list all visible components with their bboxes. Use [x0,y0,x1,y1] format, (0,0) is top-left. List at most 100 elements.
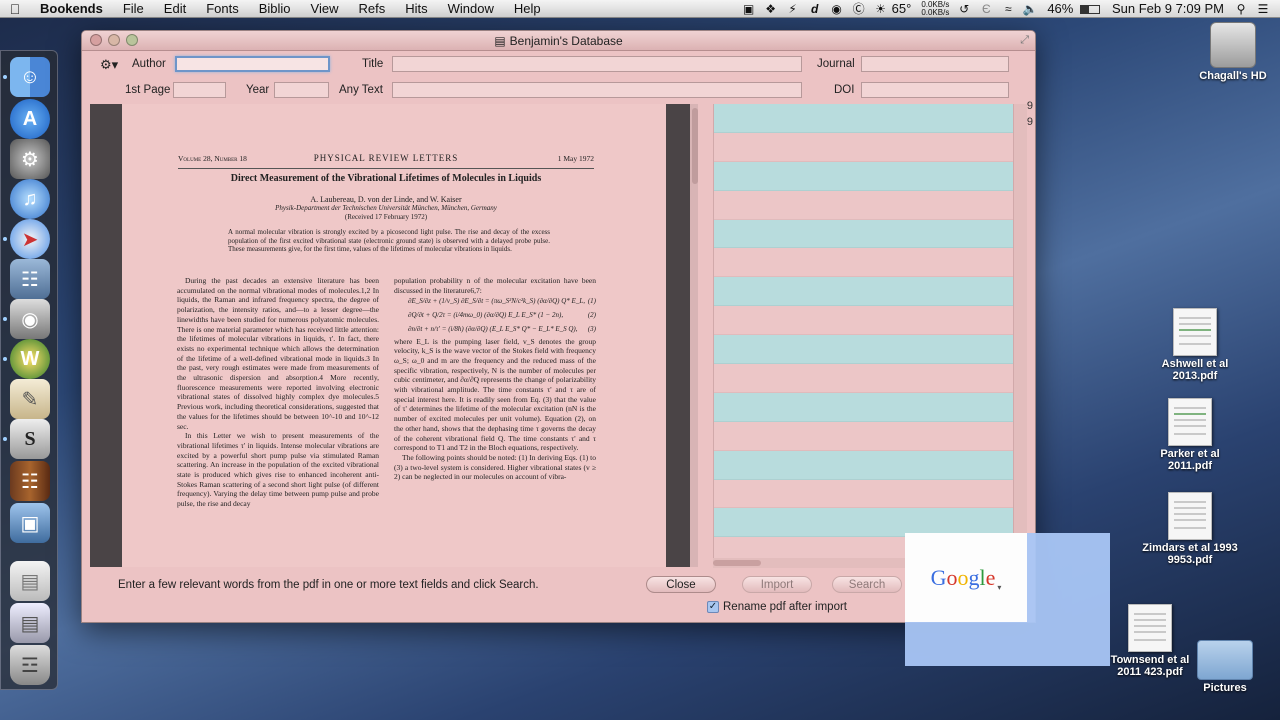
desktop-icon-ashwell[interactable]: Ashwell et al 2013.pdf [1145,308,1245,382]
window-titlebar[interactable]: ▤ Benjamin's Database ⤢ [82,31,1035,51]
list-item[interactable] [714,479,1014,509]
list-item[interactable] [714,421,1014,451]
menu-refs[interactable]: Refs [348,1,395,16]
menu-help[interactable]: Help [504,1,551,16]
d-icon[interactable]: d [804,2,826,16]
rename-pdf-checkbox[interactable]: ✓ [707,601,719,613]
title-field[interactable] [392,56,802,72]
menu-app-name[interactable]: Bookends [30,1,113,16]
notification-icon[interactable]: ☰ [1252,2,1274,16]
screen-icon[interactable]: ▣ [10,503,50,543]
dropbox-icon[interactable]: ❖ [760,2,782,16]
search-button[interactable]: Search [832,576,902,593]
doi-field[interactable] [861,82,1009,98]
battery-readout[interactable]: 46% [1041,1,1106,16]
menu-biblio[interactable]: Biblio [249,1,301,16]
google-logo-card[interactable]: Google ▾ [905,533,1027,622]
menu-hits[interactable]: Hits [395,1,437,16]
desktop-icon-label: Parker et al 2011.pdf [1160,448,1220,472]
scrivener-icon[interactable]: S [10,419,50,459]
status-area: ▣ ❖ ⚡ d ◉ Ⓒ ☀ 65° 0.0KB/s 0.0KB/s ↺ Є ≈ … [738,0,1280,18]
pdf-received: (Received 17 February 1972) [344,213,428,221]
skype-icon[interactable]: Ⓒ [848,0,870,17]
list-item[interactable] [714,104,1014,133]
list-item[interactable] [714,161,1014,191]
list-item[interactable] [714,219,1014,249]
import-button[interactable]: Import [742,576,812,593]
bluetooth-icon[interactable]: Є [975,2,997,16]
text-edit-icon[interactable]: ✎ [10,379,50,419]
close-window-icon[interactable] [90,34,102,46]
list-item[interactable] [714,335,1014,365]
bolt-icon[interactable]: ⚡ [782,2,804,16]
iphoto-icon[interactable]: ◉ [10,299,50,339]
journal-field[interactable] [861,56,1009,72]
menu-edit[interactable]: Edit [154,1,196,16]
books-icon[interactable]: ☷ [10,461,50,501]
weather-icon[interactable]: ☀ [870,2,892,16]
minimize-window-icon[interactable] [108,34,120,46]
list-scrollbar[interactable] [1013,104,1027,567]
running-indicator [3,357,7,361]
pdf-scroll-thumb[interactable] [692,108,698,184]
year-label: Year [246,84,270,96]
safari-icon[interactable]: ➤ [10,219,50,259]
first-page-field[interactable] [173,82,226,98]
equation-text: ∂Q/∂t + Q/2τ = (i/4mω_0) (∂α/∂Q) E_L E_S… [408,311,564,320]
system-preferences-icon[interactable]: ⚙ [10,139,50,179]
list-item[interactable] [714,190,1014,220]
reference-list[interactable] [713,104,1014,567]
list-item[interactable] [714,392,1014,422]
author-field[interactable] [175,56,330,72]
any-text-label: Any Text [339,84,383,96]
close-button[interactable]: Close [646,576,716,593]
network-speed[interactable]: 0.0KB/s 0.0KB/s [917,0,953,17]
desktop-icon-hd[interactable]: Chagall's HD [1183,22,1280,82]
finder-icon[interactable]: ☺ [10,57,50,97]
desktop-icon-label: Pictures [1203,682,1247,694]
chevron-down-icon: ▾ [997,583,1002,592]
row-count-marker: 9 [1026,116,1033,128]
circle-icon[interactable]: ◉ [826,2,848,16]
stack-icon[interactable]: ▤ [10,603,50,643]
trash-icon[interactable]: ☲ [10,645,50,685]
rename-pdf-option[interactable]: ✓ Rename pdf after import [707,601,847,613]
menu-window[interactable]: Window [438,1,504,16]
preview-icon[interactable]: ☷ [10,259,50,299]
zoom-window-icon[interactable] [126,34,138,46]
menu-view[interactable]: View [301,1,349,16]
time-machine-icon[interactable]: ↺ [953,2,975,16]
wifi-icon[interactable]: ≈ [997,2,1019,16]
camera-icon[interactable]: ▣ [738,2,760,16]
pdf-viewer[interactable]: Volume 28, Number 18 PHYSICAL REVIEW LET… [90,104,698,567]
menu-fonts[interactable]: Fonts [196,1,249,16]
desktop-icon-label: Ashwell et al 2013.pdf [1161,358,1229,382]
spotlight-icon[interactable]: ⚲ [1230,2,1252,16]
gear-menu-icon[interactable]: ⚙▾ [100,57,118,73]
volume-icon[interactable]: 🔈 [1019,2,1041,16]
list-item[interactable] [714,248,1014,278]
menu-clock[interactable]: Sun Feb 9 7:09 PM [1106,1,1230,16]
desktop-icon-pictures[interactable]: Pictures [1175,640,1275,694]
app-store-icon[interactable]: A [10,99,50,139]
document-icon[interactable]: ▤ [10,561,50,601]
fullscreen-icon[interactable]: ⤢ [1020,34,1029,47]
pdf-scrollbar[interactable] [690,104,698,567]
list-item[interactable] [714,450,1014,480]
list-item[interactable] [714,277,1014,307]
list-item[interactable] [714,306,1014,336]
list-item[interactable] [714,364,1014,393]
journal-label: Journal [817,58,855,70]
temperature-readout[interactable]: 65° [892,1,918,16]
desktop-icon-zimdars[interactable]: Zimdars et al 1993 9953.pdf [1140,492,1240,566]
desktop-icon-parker[interactable]: Parker et al 2011.pdf [1140,398,1240,472]
menu-file[interactable]: File [113,1,154,16]
bookends-icon[interactable]: W [10,339,50,379]
any-text-field[interactable] [392,82,802,98]
year-field[interactable] [274,82,329,98]
apple-menu-icon[interactable]:  [0,1,30,17]
list-item[interactable] [714,132,1014,162]
list-scroll-thumb[interactable] [713,560,761,566]
itunes-icon[interactable]: ♫ [10,179,50,219]
pdf-paragraph: In this Letter we wish to present measur… [177,431,379,509]
